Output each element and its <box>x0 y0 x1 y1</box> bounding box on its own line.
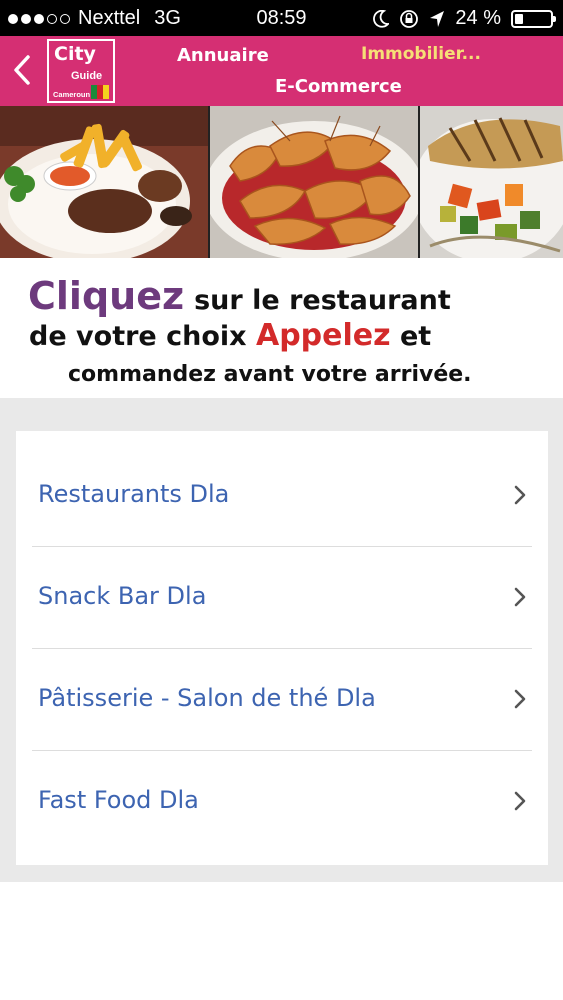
list-item-label: Pâtisserie - Salon de thé Dla <box>38 684 376 712</box>
list-item-fast-food[interactable]: Fast Food Dla <box>16 749 548 851</box>
slogan-cliquez: Cliquez <box>28 274 185 318</box>
status-right: 24 % <box>373 7 556 30</box>
list-item-label: Snack Bar Dla <box>38 582 207 610</box>
chevron-right-icon <box>514 587 526 607</box>
food-banner <box>0 106 563 258</box>
status-bar: Nexttel 3G 08:59 24 % <box>0 0 563 36</box>
rotation-lock-icon <box>400 9 419 28</box>
nav-ecommerce[interactable]: E-Commerce <box>275 76 402 97</box>
cameroon-flag-icon <box>91 85 109 99</box>
slogan-appelez: Appelez <box>255 318 391 353</box>
battery-percent: 24 % <box>455 7 501 29</box>
steak-fries-photo <box>0 106 208 258</box>
chevron-right-icon <box>514 791 526 811</box>
back-button[interactable] <box>6 50 38 90</box>
nav-immobilier[interactable]: Immobilier... <box>361 44 481 64</box>
battery-icon <box>511 9 556 28</box>
slogan-line2-end: et <box>400 321 432 352</box>
list-item-restaurants[interactable]: Restaurants Dla <box>16 443 548 545</box>
moon-icon <box>373 9 390 28</box>
slogan: Cliquez sur le restaurant de votre choix … <box>0 258 563 398</box>
slogan-line1-rest: sur le restaurant <box>194 285 451 316</box>
chevron-right-icon <box>514 485 526 505</box>
slogan-line-2: de votre choix Appelez et <box>29 318 431 353</box>
grilled-fish-photo <box>420 106 563 258</box>
chevron-right-icon <box>514 689 526 709</box>
slogan-line2-start: de votre choix <box>29 321 247 352</box>
logo-country-text: Cameroun <box>53 90 91 99</box>
list-item-label: Fast Food Dla <box>38 786 199 814</box>
slogan-line-3: commandez avant votre arrivée. <box>68 362 472 387</box>
city-guide-logo[interactable]: City Guide Cameroun <box>47 39 115 103</box>
slogan-line-1: Cliquez sur le restaurant <box>28 274 451 318</box>
grilled-shrimp-photo <box>210 106 418 258</box>
nav-annuaire[interactable]: Annuaire <box>177 45 269 66</box>
chevron-left-icon <box>14 55 30 85</box>
list-item-snack-bar[interactable]: Snack Bar Dla <box>16 545 548 647</box>
list-item-label: Restaurants Dla <box>38 480 230 508</box>
app-header: City Guide Cameroun Annuaire Immobilier.… <box>0 36 563 106</box>
battery-fill <box>515 13 524 24</box>
logo-guide-text: Guide <box>71 70 103 82</box>
logo-city-text: City <box>54 43 96 65</box>
location-arrow-icon <box>430 10 445 27</box>
list-item-patisserie[interactable]: Pâtisserie - Salon de thé Dla <box>16 647 548 749</box>
